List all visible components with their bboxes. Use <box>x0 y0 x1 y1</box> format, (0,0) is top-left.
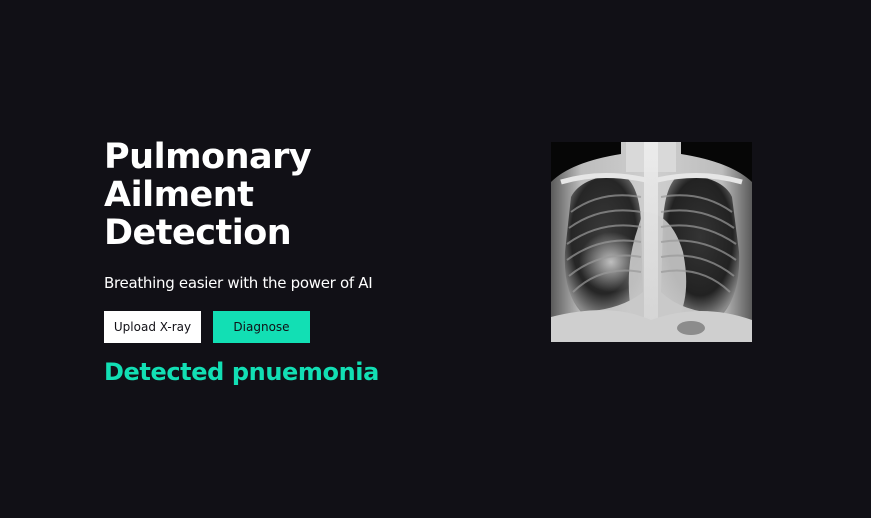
detection-result: Detected pnuemonia <box>104 358 379 386</box>
upload-xray-button[interactable]: Upload X-ray <box>104 311 201 343</box>
action-buttons: Upload X-ray Diagnose <box>104 311 464 343</box>
title-line-2: Ailment <box>104 175 254 215</box>
hero-section: Pulmonary Ailment Detection Breathing ea… <box>104 138 464 387</box>
title-line-1: Pulmonary <box>104 137 312 177</box>
subtitle: Breathing easier with the power of AI <box>104 274 373 292</box>
page: Pulmonary Ailment Detection Breathing ea… <box>0 0 871 518</box>
xray-image <box>551 142 752 342</box>
page-title: Pulmonary Ailment Detection <box>104 138 464 252</box>
diagnose-button[interactable]: Diagnose <box>213 311 310 343</box>
chest-xray-illustration <box>551 142 752 342</box>
title-line-3: Detection <box>104 213 292 253</box>
